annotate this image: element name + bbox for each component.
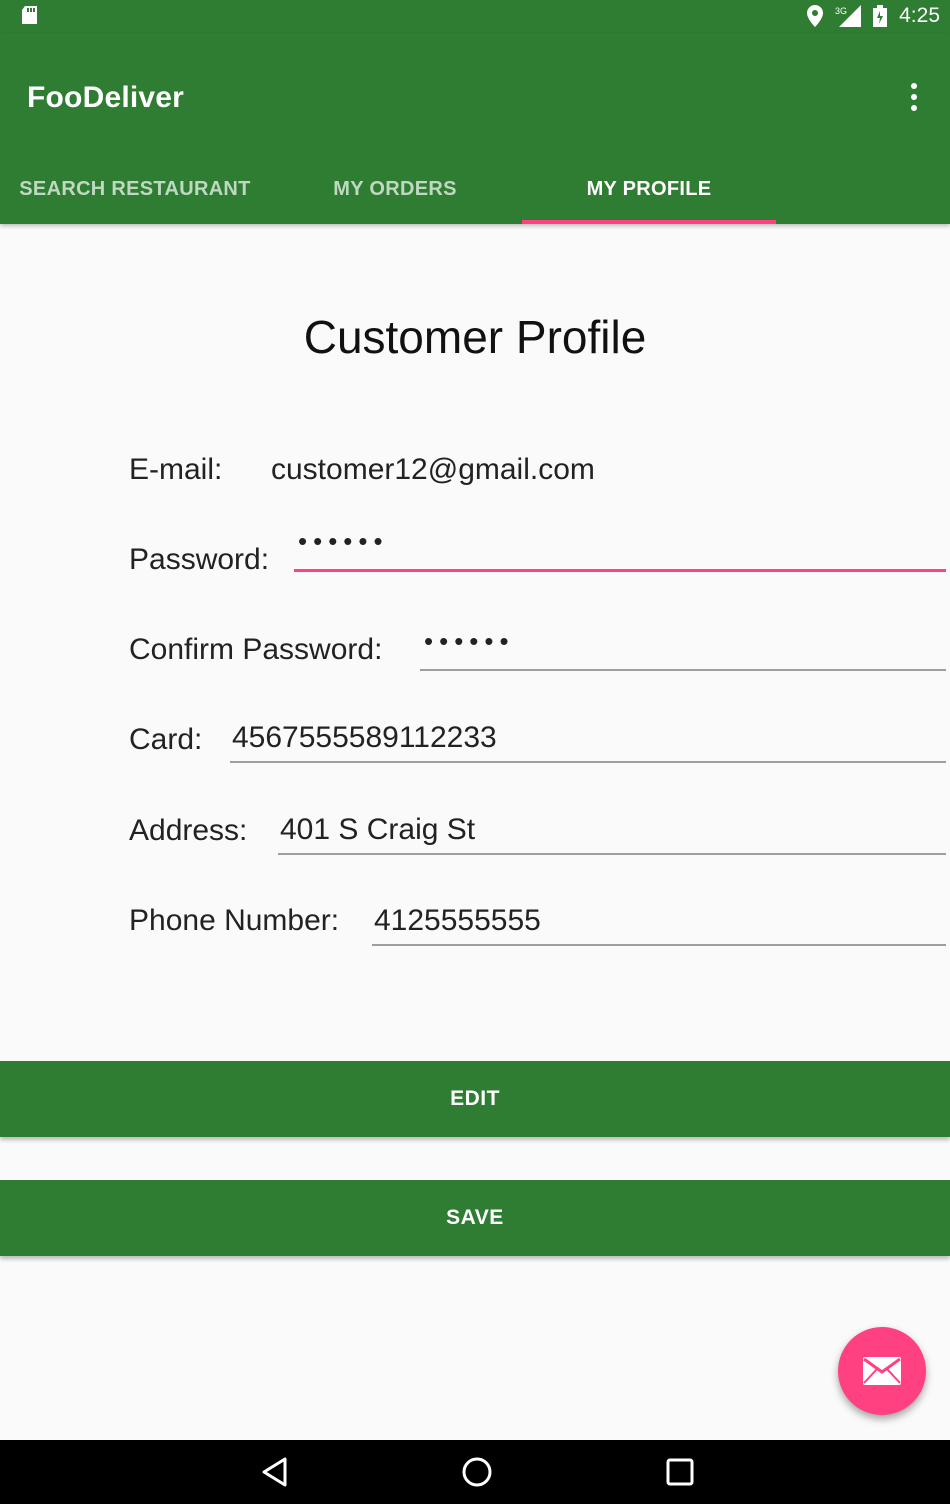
- card-label: Card:: [129, 723, 203, 756]
- card-value: 4567555589112233: [232, 721, 497, 754]
- card-field[interactable]: 4567555589112233: [230, 719, 946, 763]
- recents-icon[interactable]: [662, 1454, 698, 1490]
- address-label: Address:: [129, 814, 248, 847]
- email-label: E-mail:: [129, 453, 223, 486]
- confirm-password-field[interactable]: ••••••: [420, 626, 946, 671]
- password-value: ••••••: [298, 526, 389, 556]
- email-icon: [863, 1357, 901, 1385]
- status-time: 4:25: [899, 4, 940, 27]
- system-nav-bar: [0, 1440, 950, 1504]
- tab-search-restaurant[interactable]: SEARCH RESTAURANT: [0, 155, 270, 224]
- phone-field[interactable]: 4125555555: [372, 902, 946, 946]
- password-field[interactable]: ••••••: [294, 526, 946, 572]
- password-label: Password:: [129, 543, 270, 576]
- app-title: FooDeliver: [27, 81, 185, 114]
- tab-my-orders[interactable]: MY ORDERS: [270, 155, 520, 224]
- more-vert-icon[interactable]: [908, 83, 920, 113]
- status-bar: 3G 4:25: [0, 0, 950, 33]
- battery-icon: [873, 5, 888, 27]
- save-button[interactable]: SAVE: [0, 1180, 950, 1256]
- home-icon[interactable]: [459, 1454, 495, 1490]
- tab-my-profile[interactable]: MY PROFILE: [522, 155, 776, 224]
- edit-button[interactable]: EDIT: [0, 1061, 950, 1137]
- confirm-password-label: Confirm Password:: [129, 633, 383, 666]
- page-title: Customer Profile: [303, 311, 647, 363]
- location-icon: [807, 5, 824, 27]
- app-bar: FooDeliver SEARCH RESTAURANT MY ORDERS M…: [0, 33, 950, 224]
- tab-indicator: [522, 220, 776, 224]
- signal-icon: 3G: [835, 5, 862, 27]
- tab-bar: SEARCH RESTAURANT MY ORDERS MY PROFILE: [0, 155, 950, 224]
- phone-label: Phone Number:: [129, 904, 340, 937]
- address-field[interactable]: 401 S Craig St: [278, 811, 946, 855]
- address-value: 401 S Craig St: [280, 813, 476, 846]
- phone-value: 4125555555: [374, 904, 541, 937]
- confirm-password-value: ••••••: [424, 626, 515, 656]
- sd-card-icon: [22, 6, 37, 24]
- back-icon[interactable]: [258, 1454, 294, 1490]
- status-icons: 3G 4:25: [807, 4, 940, 28]
- email-value: customer12@gmail.com: [271, 453, 595, 486]
- email-fab-button[interactable]: [838, 1327, 926, 1415]
- network-type-label: 3G: [835, 6, 847, 16]
